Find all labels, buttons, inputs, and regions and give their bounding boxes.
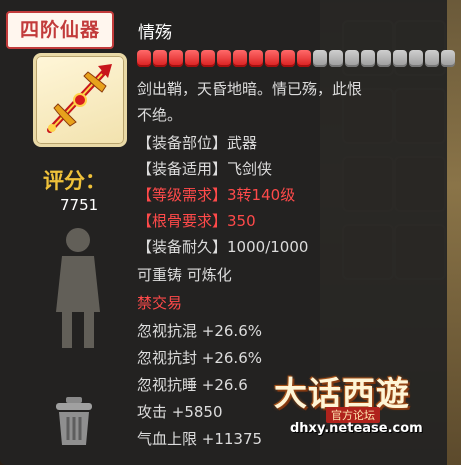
attr-label: 【装备适用】 bbox=[137, 160, 228, 178]
attr-level-row: 【等级需求】3转140级 bbox=[137, 184, 295, 205]
level-bar-segment-filled bbox=[233, 50, 247, 67]
level-bar-segment-filled bbox=[249, 50, 263, 67]
attr-slot-row: 【装备部位】武器 bbox=[137, 132, 257, 153]
level-bar-segment-filled bbox=[169, 50, 183, 67]
refine-text: 可重铸 可炼化 bbox=[137, 266, 232, 284]
rating-label: 评分： bbox=[43, 169, 106, 193]
level-bar-segment-empty bbox=[329, 50, 343, 67]
character-figure bbox=[56, 228, 100, 348]
stat-line: 忽视抗睡 +26.6 bbox=[137, 376, 248, 394]
level-bar-segment-filled bbox=[217, 50, 231, 67]
level-bar-segment-filled bbox=[281, 50, 295, 67]
stat-line: 忽视抗混 +26.6% bbox=[137, 322, 262, 340]
level-bar bbox=[137, 50, 455, 67]
trash-icon[interactable] bbox=[52, 395, 96, 447]
item-name: 情殇 bbox=[138, 23, 172, 43]
item-description-line1: 剑出鞘，天昏地暗。情已殇，此恨 bbox=[137, 80, 363, 98]
level-bar-segment-filled bbox=[137, 50, 151, 67]
attr-label: 【等级需求】 bbox=[137, 186, 228, 204]
stat-line: 忽视抗封 +26.6% bbox=[137, 349, 262, 367]
tier-badge: 四阶仙器 bbox=[6, 11, 114, 49]
level-bar-segment-empty bbox=[425, 50, 439, 67]
attr-bone-row: 【根骨要求】350 bbox=[137, 210, 256, 231]
attr-class-row: 【装备适用】飞剑侠 bbox=[137, 158, 272, 179]
sword-icon bbox=[47, 64, 112, 133]
level-bar-segment-filled bbox=[201, 50, 215, 67]
attr-label: 【装备耐久】 bbox=[137, 238, 228, 256]
attr-value: 武器 bbox=[227, 134, 258, 152]
level-bar-segment-empty bbox=[361, 50, 375, 67]
rating-value: 7751 bbox=[60, 196, 99, 214]
item-icon-slot[interactable] bbox=[33, 53, 127, 147]
forum-watermark-logo: 大话西遊 官方论坛 dhxy.netease.com bbox=[268, 365, 438, 440]
level-bar-segment-filled bbox=[265, 50, 279, 67]
attr-label: 【根骨要求】 bbox=[137, 212, 228, 230]
level-bar-segment-empty bbox=[393, 50, 407, 67]
level-bar-segment-filled bbox=[153, 50, 167, 67]
attr-value: 1000/1000 bbox=[227, 238, 309, 256]
item-description-line2: 不绝。 bbox=[137, 106, 183, 124]
stat-line: 气血上限 +11375 bbox=[137, 430, 263, 448]
attr-label: 【装备部位】 bbox=[137, 134, 228, 152]
stat-line: 攻击 +5850 bbox=[137, 403, 223, 421]
trade-text: 禁交易 bbox=[137, 294, 183, 312]
attr-value: 3转140级 bbox=[227, 186, 296, 204]
logo-url: dhxy.netease.com bbox=[290, 421, 423, 436]
level-bar-segment-empty bbox=[409, 50, 423, 67]
level-bar-segment-empty bbox=[377, 50, 391, 67]
attr-value: 350 bbox=[227, 212, 256, 230]
attr-value: 飞剑侠 bbox=[227, 160, 273, 178]
level-bar-segment-filled bbox=[297, 50, 311, 67]
level-bar-segment-filled bbox=[185, 50, 199, 67]
level-bar-segment-empty bbox=[345, 50, 359, 67]
level-bar-segment-empty bbox=[313, 50, 327, 67]
level-bar-segment-empty bbox=[441, 50, 455, 67]
attr-durability-row: 【装备耐久】1000/1000 bbox=[137, 236, 308, 257]
